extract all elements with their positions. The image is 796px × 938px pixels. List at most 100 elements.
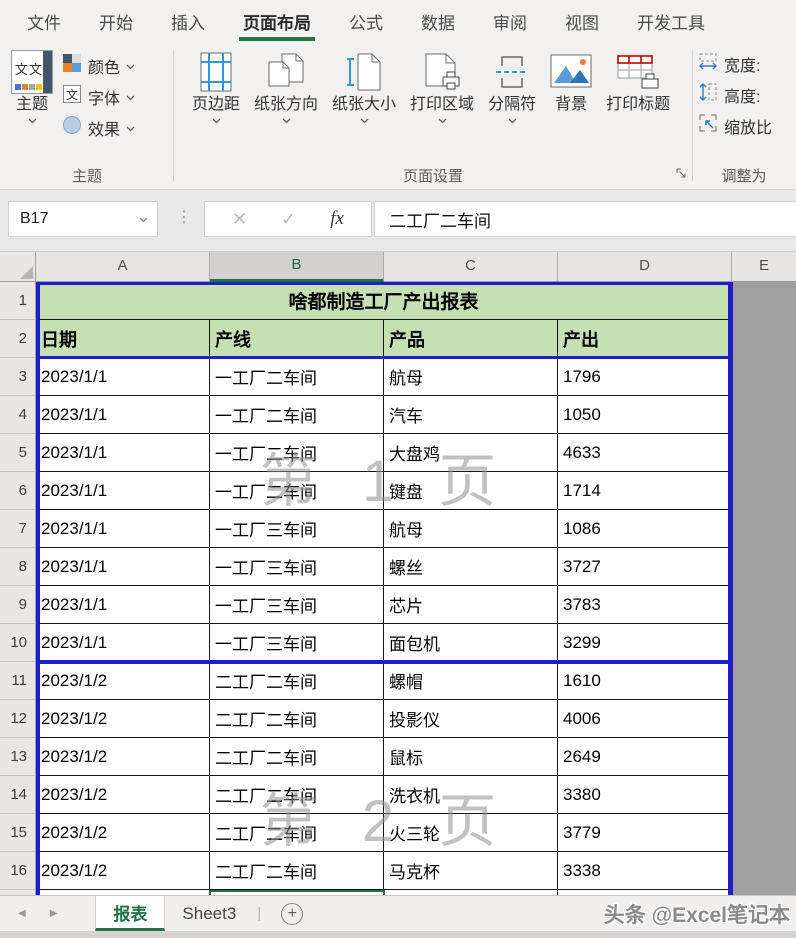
cell-outside-print-area[interactable] (732, 358, 796, 396)
cell-outside-print-area[interactable] (732, 396, 796, 434)
cell-outside-print-area[interactable] (732, 852, 796, 890)
tab-page-layout[interactable]: 页面布局 (224, 0, 330, 42)
column-header-c[interactable]: C (384, 252, 558, 282)
print-area-border-right[interactable] (728, 282, 733, 895)
themes-button[interactable]: 文文 主题 (6, 44, 58, 167)
tab-developer[interactable]: 开发工具 (618, 0, 724, 42)
cell-line[interactable]: 一工厂三车间 (210, 548, 384, 586)
paper-size-button[interactable]: 纸张大小 (327, 44, 401, 167)
cell-date[interactable]: 2023/1/2 (36, 662, 210, 700)
cell-output[interactable]: 1050 (558, 396, 732, 434)
sheet-tab-sheet3[interactable]: Sheet3 (165, 896, 253, 931)
colors-button[interactable]: 颜色 (58, 50, 139, 81)
margins-button[interactable]: 页边距 (187, 44, 245, 167)
cell-product[interactable]: 投影仪 (384, 700, 558, 738)
cell-date[interactable]: 2023/1/1 (36, 396, 210, 434)
cell-output[interactable]: 3783 (558, 586, 732, 624)
scale-height-control[interactable]: 高度: (698, 79, 790, 110)
cell-date[interactable]: 2023/1/1 (36, 586, 210, 624)
cell-outside-print-area[interactable] (732, 320, 796, 358)
cell-outside-print-area[interactable] (732, 814, 796, 852)
tab-view[interactable]: 视图 (546, 0, 618, 42)
cell-date[interactable]: 2023/1/1 (36, 624, 210, 662)
row-header[interactable]: 8 (0, 548, 36, 586)
cell-line[interactable]: 一工厂三车间 (210, 624, 384, 662)
row-header[interactable]: 7 (0, 510, 36, 548)
tab-review[interactable]: 审阅 (474, 0, 546, 42)
cell-outside-print-area[interactable] (732, 472, 796, 510)
row-header[interactable]: 15 (0, 814, 36, 852)
background-button[interactable]: 背景 (545, 44, 597, 167)
row-header[interactable]: 14 (0, 776, 36, 814)
cell-outside-print-area[interactable] (732, 510, 796, 548)
tab-data[interactable]: 数据 (402, 0, 474, 42)
cell-product[interactable]: 面包机 (384, 624, 558, 662)
cell-output[interactable]: 4006 (558, 700, 732, 738)
cell-outside-print-area[interactable] (732, 738, 796, 776)
row-header[interactable]: 4 (0, 396, 36, 434)
cell-output[interactable]: 1796 (558, 358, 732, 396)
row-header[interactable]: 6 (0, 472, 36, 510)
row-header[interactable]: 11 (0, 662, 36, 700)
cell-date[interactable]: 2023/1/1 (36, 358, 210, 396)
row-header[interactable]: 2 (0, 320, 36, 358)
cell-date[interactable]: 2023/1/2 (36, 700, 210, 738)
cell-outside-print-area[interactable] (732, 662, 796, 700)
cell-output[interactable]: 1610 (558, 662, 732, 700)
page-break-line[interactable] (36, 660, 733, 664)
row-header[interactable]: 1 (0, 282, 36, 320)
cell-line[interactable]: 一工厂三车间 (210, 586, 384, 624)
column-header-a[interactable]: A (36, 252, 210, 282)
scale-percent-control[interactable]: 缩放比 (698, 110, 790, 141)
name-box[interactable]: B17 (8, 201, 158, 237)
cell-output[interactable]: 3727 (558, 548, 732, 586)
cell-line[interactable]: 二工厂二车间 (210, 662, 384, 700)
row-header[interactable]: 10 (0, 624, 36, 662)
cell-product[interactable]: 航母 (384, 358, 558, 396)
column-header-d[interactable]: D (558, 252, 732, 282)
print-titles-border[interactable] (36, 356, 733, 359)
cell-product[interactable]: 鼠标 (384, 738, 558, 776)
header-cell-output[interactable]: 产出 (558, 320, 732, 358)
cell-line[interactable]: 二工厂二车间 (210, 700, 384, 738)
cell-outside-print-area[interactable] (732, 282, 796, 320)
cell-product[interactable]: 汽车 (384, 396, 558, 434)
tab-file[interactable]: 文件 (8, 0, 80, 42)
cell-product[interactable]: 螺帽 (384, 662, 558, 700)
column-header-b[interactable]: B (210, 252, 384, 282)
prev-sheet-icon[interactable]: ◀ (18, 908, 26, 919)
column-header-e[interactable]: E (732, 252, 796, 282)
report-title-cell[interactable]: 啥都制造工厂产出报表 (36, 282, 732, 320)
header-cell-product[interactable]: 产品 (384, 320, 558, 358)
header-cell-date[interactable]: 日期 (36, 320, 210, 358)
name-box-chevron-icon[interactable] (139, 210, 148, 228)
cell-outside-print-area[interactable] (732, 548, 796, 586)
print-area-border-left[interactable] (36, 282, 40, 895)
cell-line[interactable]: 一工厂二车间 (210, 358, 384, 396)
cell-line[interactable]: 二工厂二车间 (210, 738, 384, 776)
row-header[interactable]: 13 (0, 738, 36, 776)
sheet-tab-report[interactable]: 报表 (95, 896, 166, 931)
add-sheet-button[interactable]: + (281, 902, 304, 925)
cell-outside-print-area[interactable] (732, 586, 796, 624)
print-area-button[interactable]: 打印区域 (405, 44, 479, 167)
cancel-icon[interactable]: ✕ (232, 209, 247, 230)
cell-outside-print-area[interactable] (732, 700, 796, 738)
tab-home[interactable]: 开始 (80, 0, 152, 42)
cell-output[interactable]: 2649 (558, 738, 732, 776)
cell-line[interactable]: 一工厂二车间 (210, 396, 384, 434)
formula-input[interactable]: 二工厂二车间 (374, 201, 796, 237)
cell-outside-print-area[interactable] (732, 776, 796, 814)
cell-product[interactable]: 芯片 (384, 586, 558, 624)
scale-width-control[interactable]: 宽度: (698, 48, 790, 79)
row-header[interactable]: 9 (0, 586, 36, 624)
header-cell-line[interactable]: 产线 (210, 320, 384, 358)
tab-formulas[interactable]: 公式 (330, 0, 402, 42)
print-titles-button[interactable]: 打印标题 (601, 44, 675, 167)
orientation-button[interactable]: 纸张方向 (249, 44, 323, 167)
next-sheet-icon[interactable]: ▶ (50, 908, 58, 919)
row-header[interactable]: 3 (0, 358, 36, 396)
print-area-border-top[interactable] (36, 282, 733, 285)
row-header[interactable]: 16 (0, 852, 36, 890)
cell-output[interactable]: 3299 (558, 624, 732, 662)
